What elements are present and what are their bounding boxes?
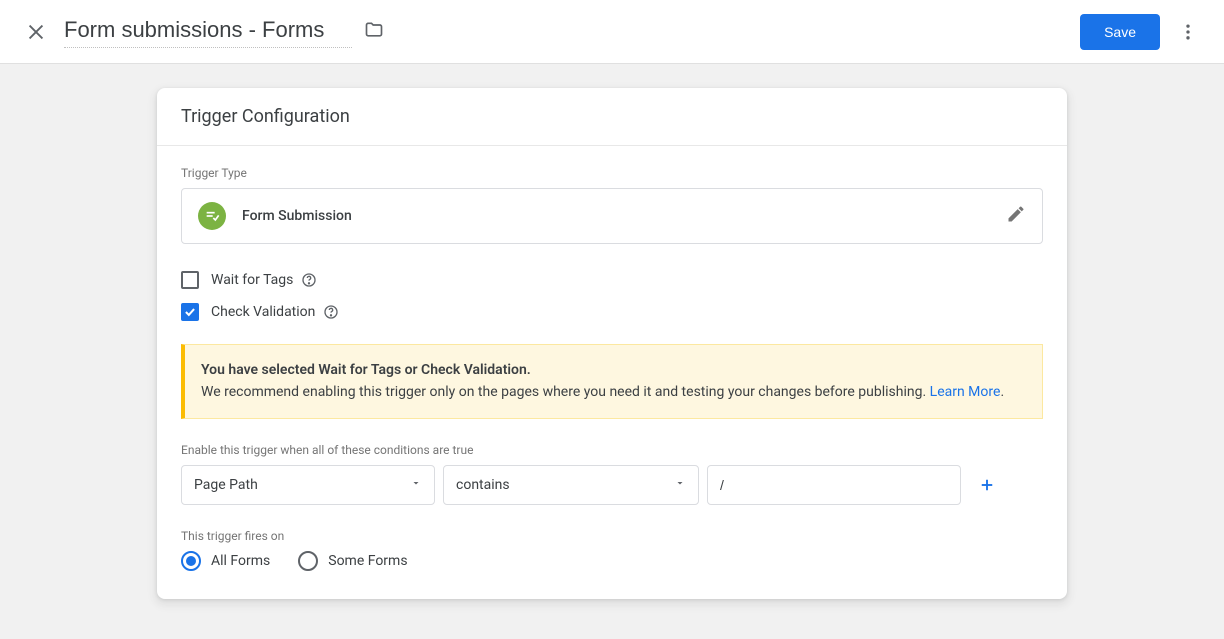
condition-operator-value: contains [456, 477, 510, 493]
radio-some-label: Some Forms [328, 553, 407, 569]
config-card: Trigger Configuration Trigger Type Form … [157, 88, 1067, 599]
wait-for-tags-checkbox[interactable] [181, 271, 199, 289]
condition-value-input[interactable] [707, 465, 961, 505]
wait-for-tags-help[interactable] [301, 272, 317, 288]
page: Trigger Configuration Trigger Type Form … [0, 64, 1224, 639]
card-title: Trigger Configuration [157, 88, 1067, 146]
fires-on-radio-group: All Forms Some Forms [181, 551, 1043, 571]
learn-more-link[interactable]: Learn More [930, 384, 1001, 400]
condition-variable-select[interactable]: Page Path [181, 465, 435, 505]
condition-operator-select[interactable]: contains [443, 465, 699, 505]
radio-some-forms[interactable]: Some Forms [298, 551, 407, 571]
fires-on-label: This trigger fires on [181, 529, 1043, 543]
plus-icon [978, 476, 996, 494]
add-condition-button[interactable] [975, 473, 999, 497]
conditions-label: Enable this trigger when all of these co… [181, 443, 1043, 457]
check-validation-help[interactable] [323, 304, 339, 320]
alert-bold: You have selected Wait for Tags or Check… [201, 362, 531, 378]
close-icon [25, 21, 47, 43]
check-validation-checkbox[interactable] [181, 303, 199, 321]
form-submission-icon [198, 202, 226, 230]
conditions-section: Enable this trigger when all of these co… [181, 443, 1043, 505]
check-validation-label: Check Validation [211, 304, 315, 320]
title-wrap [64, 15, 384, 48]
check-icon [183, 305, 197, 319]
alert-suffix: . [1000, 384, 1004, 400]
trigger-name-input[interactable] [64, 15, 352, 48]
top-bar: Save [0, 0, 1224, 64]
chevron-down-icon [674, 477, 686, 493]
radio-all-label: All Forms [211, 553, 270, 569]
folder-button[interactable] [364, 20, 384, 44]
more-menu-button[interactable] [1168, 12, 1208, 52]
condition-variable-value: Page Path [194, 477, 258, 493]
condition-row: Page Path contains [181, 465, 1043, 505]
help-icon [301, 272, 317, 288]
trigger-type-label: Trigger Type [181, 166, 1043, 180]
validation-alert: You have selected Wait for Tags or Check… [181, 344, 1043, 419]
close-button[interactable] [16, 12, 56, 52]
radio-icon [181, 551, 201, 571]
chevron-down-icon [410, 477, 422, 493]
wait-for-tags-row: Wait for Tags [181, 264, 1043, 296]
folder-icon [364, 20, 384, 40]
trigger-type-row[interactable]: Form Submission [181, 188, 1043, 244]
alert-text: We recommend enabling this trigger only … [201, 384, 930, 400]
radio-all-forms[interactable]: All Forms [181, 551, 270, 571]
edit-trigger-type-button[interactable] [1006, 204, 1026, 228]
card-body: Trigger Type Form Submission Wait for Ta… [157, 146, 1067, 599]
trigger-type-name: Form Submission [242, 208, 1006, 224]
radio-icon [298, 551, 318, 571]
wait-for-tags-label: Wait for Tags [211, 272, 293, 288]
save-button[interactable]: Save [1080, 14, 1160, 50]
check-validation-row: Check Validation [181, 296, 1043, 328]
help-icon [323, 304, 339, 320]
more-vert-icon [1178, 22, 1198, 42]
pencil-icon [1006, 204, 1026, 224]
fires-on-section: This trigger fires on All Forms Some For… [181, 529, 1043, 571]
